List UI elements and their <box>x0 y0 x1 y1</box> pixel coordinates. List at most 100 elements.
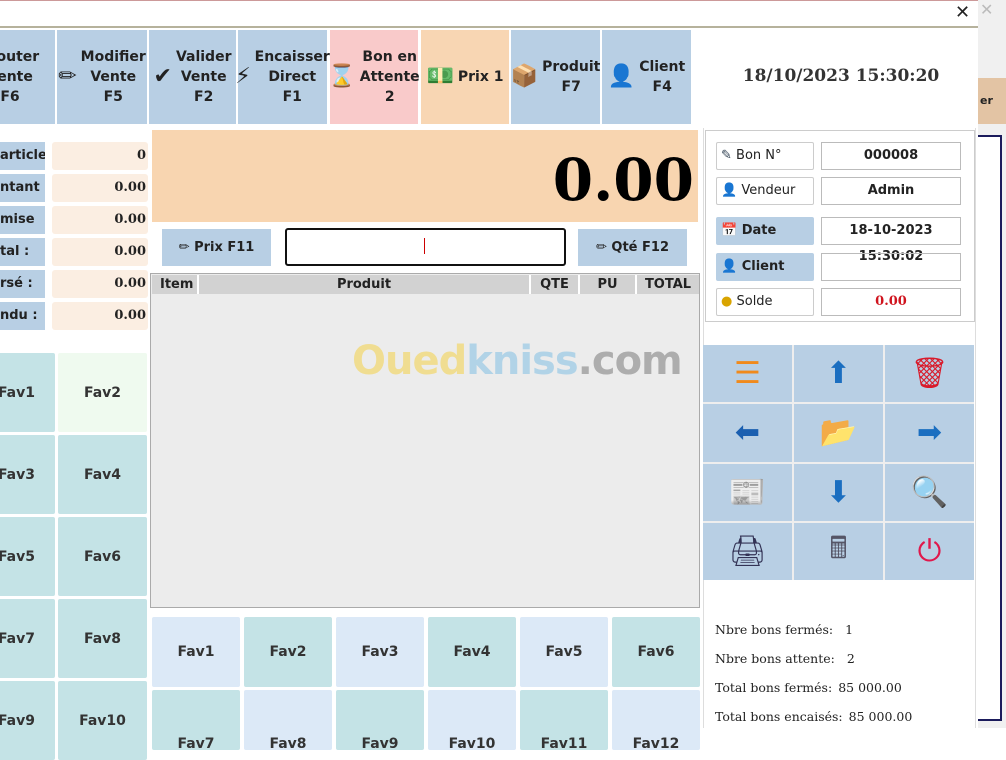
sale-items-table[interactable]: Item Produit QTE PU TOTAL <box>150 273 700 608</box>
favorite-button-fav8[interactable]: Fav8 <box>58 599 147 678</box>
document-icon: 📰 <box>728 474 767 510</box>
list-button[interactable]: ☰ <box>703 345 792 403</box>
column-header-qte[interactable]: QTE <box>531 275 580 294</box>
favorite-button-fav2[interactable]: Fav2 <box>244 617 332 687</box>
bon-icon: ✎ <box>721 148 737 163</box>
summary-value: 0.00 <box>52 270 148 298</box>
text-caret <box>424 238 425 254</box>
favorite-button-fav6[interactable]: Fav6 <box>612 617 700 687</box>
favorite-button-fav1[interactable]: Fav1 <box>0 353 55 432</box>
qte-f12-label: Qté F12 <box>611 240 669 255</box>
column-header-total[interactable]: TOTAL <box>637 275 699 294</box>
prix-f11-button[interactable]: ✏ Prix F11 <box>162 229 271 266</box>
bon-number-field: 000008 <box>821 142 961 170</box>
toolbar-button-valider[interactable]: ✔ Valider Vente F2 <box>149 30 236 124</box>
summary-label: rsé : <box>0 270 45 298</box>
close-icon[interactable]: ✕ <box>955 2 970 23</box>
favorite-button-fav5[interactable]: Fav5 <box>520 617 608 687</box>
background-close-icon: ✕ <box>980 0 994 19</box>
qte-f12-button[interactable]: ✏ Qté F12 <box>578 229 687 266</box>
printer-icon: 🖨 <box>728 533 767 569</box>
favorite-button-fav5[interactable]: Fav5 <box>0 517 55 596</box>
favorite-button-fav7[interactable]: Fav7 <box>152 690 240 750</box>
stat-row: Total bons encaisés: 85 000.00 <box>715 709 912 724</box>
toolbar-icon: ⌛ <box>328 64 356 89</box>
calendar-icon: 📅 <box>721 223 742 238</box>
toolbar-button-prix-1[interactable]: 💵 Prix 1 <box>421 30 509 124</box>
stat-value: 85 000.00 <box>838 680 902 695</box>
favorite-button-fav9[interactable]: Fav9 <box>0 681 55 760</box>
printer-button[interactable]: 🖨 <box>703 522 792 580</box>
favorite-button-fav12[interactable]: Fav12 <box>612 690 700 750</box>
vendeur-field: Admin <box>821 177 961 205</box>
calculator-button[interactable]: 🖩 <box>794 522 883 580</box>
arrow-down-button[interactable]: ⬇ <box>794 463 883 521</box>
arrow-left-icon: ⬅ <box>734 415 761 451</box>
column-header-produit[interactable]: Produit <box>199 275 531 294</box>
toolbar-icon: ⚡ <box>235 64 251 89</box>
zoom-in-button[interactable]: 🔍 <box>885 463 974 521</box>
favorite-button-fav3[interactable]: Fav3 <box>0 435 55 514</box>
favorite-button-fav9[interactable]: Fav9 <box>336 690 424 750</box>
toolbar-button-bon-en[interactable]: ⌛ Bon en Attente 2 <box>328 30 420 124</box>
favorite-button-fav8[interactable]: Fav8 <box>244 690 332 750</box>
toolbar-icon: ✏ <box>58 64 77 89</box>
stat-label: Total bons fermés: <box>715 680 833 695</box>
trash-button[interactable]: 🗑 <box>885 345 974 403</box>
date-label: 📅 Date <box>716 217 814 245</box>
watermark-logo: Ouedkniss.com <box>352 338 683 384</box>
toolbar-button-label: Modifier Vente F5 <box>80 49 146 105</box>
summary-label: ntant : <box>0 174 45 202</box>
toolbar-button-modifier[interactable]: ✏ Modifier Vente F5 <box>57 30 147 124</box>
favorite-button-fav11[interactable]: Fav11 <box>520 690 608 750</box>
arrow-left-button[interactable]: ⬅ <box>703 404 792 462</box>
toolbar-icon: 👤 <box>607 64 636 89</box>
favorite-button-fav7[interactable]: Fav7 <box>0 599 55 678</box>
toolbar-button-ajouter[interactable]: Ajouter Vente F6 <box>0 30 55 124</box>
toolbar-button-produit[interactable]: 📦 Produit F7 <box>511 30 600 124</box>
favorite-button-fav6[interactable]: Fav6 <box>58 517 147 596</box>
summary-label: article <box>0 142 45 170</box>
arrow-up-button[interactable]: ⬆ <box>794 345 883 403</box>
favorite-button-fav2[interactable]: Fav2 <box>58 353 147 432</box>
summary-value: 0.00 <box>52 238 148 266</box>
summary-label: ndu : <box>0 302 45 330</box>
toolbar-button-label: Valider Vente F2 <box>175 49 232 105</box>
toolbar-icon: 📦 <box>510 64 539 89</box>
favorite-button-fav4[interactable]: Fav4 <box>58 435 147 514</box>
toolbar-button-label: Produit F7 <box>542 59 601 95</box>
column-header-pu[interactable]: PU <box>580 275 637 294</box>
client-field[interactable] <box>821 253 961 281</box>
client-label[interactable]: 👤 Client <box>716 253 814 281</box>
document-button[interactable]: 📰 <box>703 463 792 521</box>
date-field[interactable]: 18-10-2023 15:30:02 <box>821 217 961 264</box>
stat-label: Nbre bons fermés: <box>715 622 834 637</box>
favorite-button-fav10[interactable]: Fav10 <box>428 690 516 750</box>
arrow-right-icon: ➡ <box>916 415 943 451</box>
summary-value: 0.00 <box>52 174 148 202</box>
arrow-right-button[interactable]: ➡ <box>885 404 974 462</box>
favorite-button-fav4[interactable]: Fav4 <box>428 617 516 687</box>
column-header-item[interactable]: Item <box>152 275 199 294</box>
coins-icon: ● <box>721 294 737 309</box>
toolbar-icon: ✔ <box>153 64 172 89</box>
stat-value: 1 <box>845 622 854 637</box>
favorite-button-fav10[interactable]: Fav10 <box>58 681 147 760</box>
summary-value: 0.00 <box>52 302 148 330</box>
arrow-down-icon: ⬇ <box>825 474 852 510</box>
toolbar-button-client[interactable]: 👤 Client F4 <box>602 30 691 124</box>
favorite-button-fav3[interactable]: Fav3 <box>336 617 424 687</box>
background-button: er <box>978 78 1006 124</box>
favorite-button-fav1[interactable]: Fav1 <box>152 617 240 687</box>
folder-search-button[interactable]: 📂 <box>794 404 883 462</box>
background-window: ✕ er <box>978 0 1006 728</box>
solde-label: ● Solde <box>716 288 814 316</box>
toolbar-button-encaisser[interactable]: ⚡ Encaisser Direct F1 <box>235 30 330 124</box>
summary-label: mise <box>0 206 45 234</box>
stat-row: Total bons fermés: 85 000.00 <box>715 680 902 695</box>
power-button[interactable]: ⏻ <box>885 522 974 580</box>
toolbar-button-label: Bon en Attente 2 <box>359 49 420 105</box>
stat-value: 2 <box>846 651 855 666</box>
clock: 18/10/2023 15:30:20 <box>742 66 940 86</box>
barcode-input[interactable] <box>285 228 566 266</box>
